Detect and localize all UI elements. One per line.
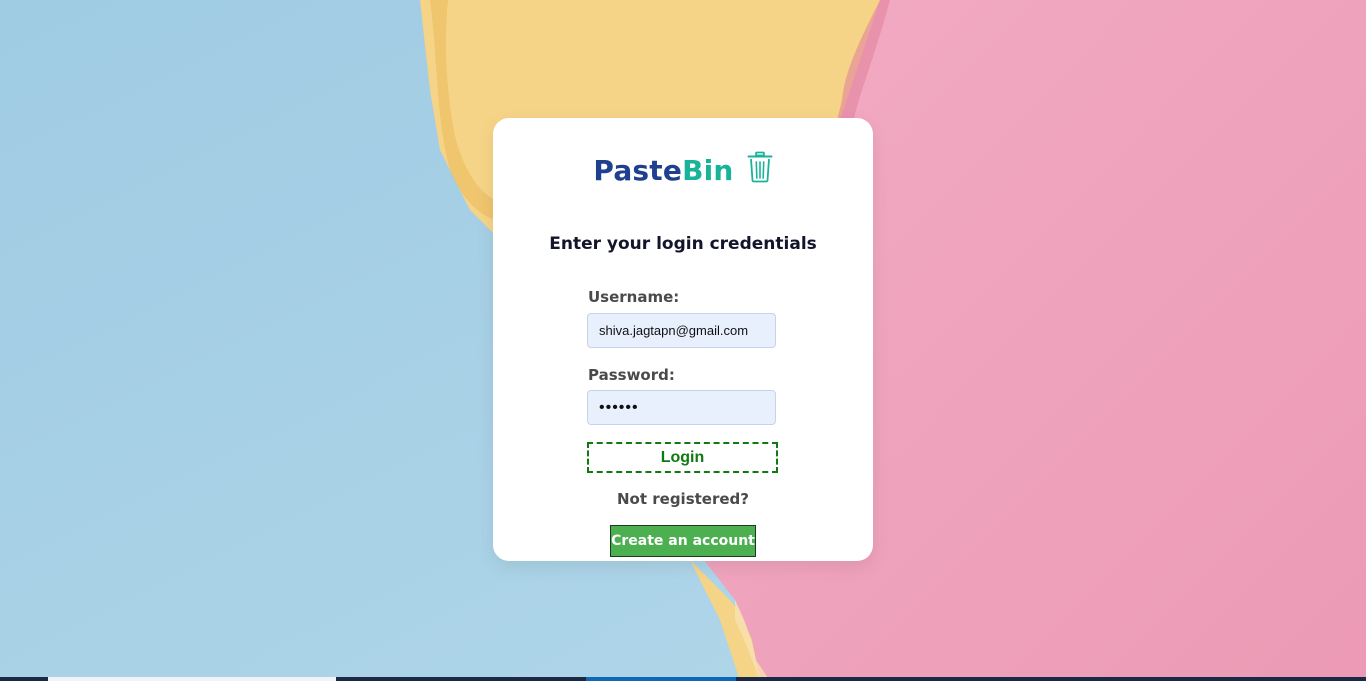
- not-registered-text: Not registered?: [617, 490, 749, 508]
- create-account-button[interactable]: Create an account: [610, 525, 756, 557]
- password-label: Password:: [588, 366, 675, 384]
- taskbar-strip: [0, 677, 1366, 681]
- password-input[interactable]: [587, 390, 776, 425]
- taskbar-highlight: [48, 677, 336, 681]
- brand-name-part2: Bin: [682, 154, 734, 187]
- login-button[interactable]: Login: [587, 442, 778, 473]
- brand-logo: PasteBin: [493, 151, 873, 194]
- trash-icon: [747, 151, 773, 183]
- login-card: PasteBin Enter your login credentials Us…: [493, 118, 873, 561]
- brand-name-part1: Paste: [593, 154, 683, 187]
- taskbar-accent: [586, 677, 736, 681]
- login-heading: Enter your login credentials: [549, 234, 817, 254]
- username-input[interactable]: [587, 313, 776, 348]
- brand-name: PasteBin: [593, 154, 733, 187]
- username-label: Username:: [588, 288, 680, 306]
